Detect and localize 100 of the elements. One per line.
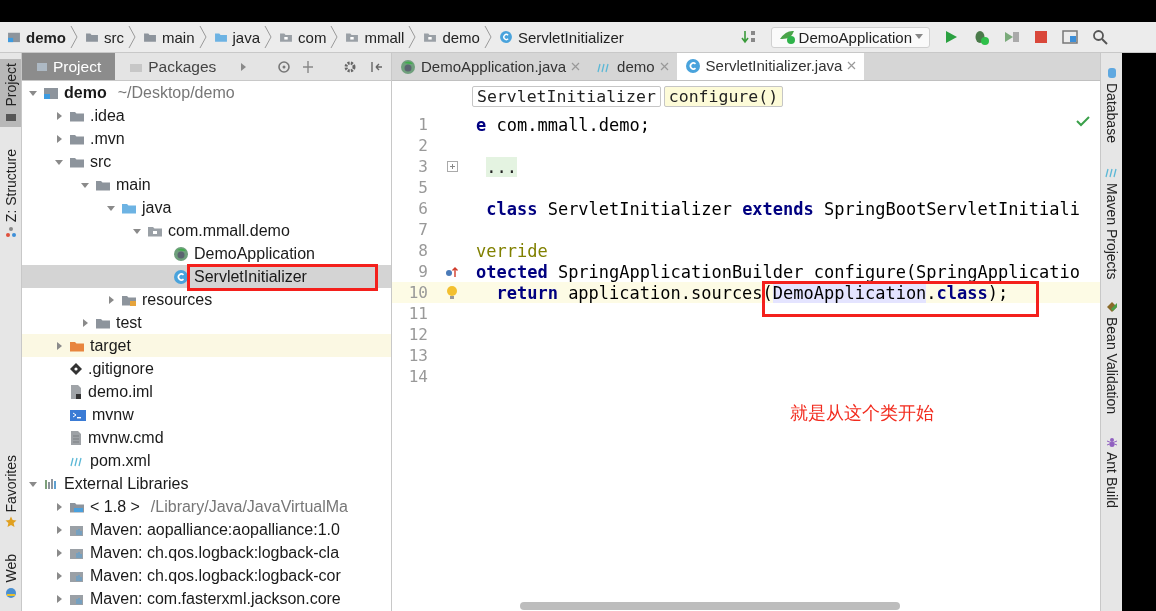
chevron-icon (408, 25, 417, 49)
line-number: 7 (417, 220, 428, 239)
code-breadcrumb[interactable]: ServletInitializer (472, 85, 661, 107)
project-structure-icon[interactable] (1062, 29, 1078, 45)
scrollbar-thumb[interactable] (520, 602, 900, 610)
tool-window-tab[interactable]: Bean Validation (1101, 297, 1122, 419)
bean-icon (1105, 301, 1118, 314)
line-number: 14 (407, 367, 428, 386)
line-number: 9 (417, 262, 428, 281)
expand-arrow-icon (54, 570, 64, 581)
bulb-icon[interactable] (446, 284, 458, 301)
tool-window-tab[interactable]: Database (1101, 63, 1122, 147)
line-number: 11 (407, 304, 428, 323)
diamond-icon (69, 361, 83, 376)
tree-item[interactable]: test (116, 313, 142, 332)
close-icon[interactable] (847, 61, 857, 70)
expand-arrow-icon (54, 593, 64, 604)
tree-item[interactable]: main (116, 175, 151, 194)
class-icon (499, 30, 513, 44)
folder-icon (85, 31, 99, 43)
tree-item[interactable]: demo (64, 83, 107, 102)
breadcrumb-item[interactable]: demo (26, 28, 66, 46)
editor-tab[interactable]: DemoApplication.java (392, 53, 589, 80)
breadcrumb-item[interactable]: com (298, 28, 327, 46)
terminal-icon (69, 407, 87, 422)
chevron-icon (330, 25, 339, 49)
chevron-icon (70, 25, 78, 49)
hide-icon[interactable] (369, 59, 383, 74)
sort-icon[interactable] (740, 29, 757, 45)
spring-class-icon (173, 245, 189, 262)
tree-item[interactable]: Maven: aopalliance:aopalliance:1.0 (90, 520, 340, 539)
package-icon (345, 31, 360, 43)
tree-item[interactable]: java (142, 198, 172, 217)
ant-icon (1105, 436, 1118, 449)
tree-item[interactable]: Maven: ch.qos.logback:logback-cla (90, 543, 340, 562)
tool-window-tab[interactable]: Maven Projects (1101, 160, 1122, 284)
tree-item[interactable]: target (90, 336, 131, 355)
tree-item[interactable]: mvnw.cmd (88, 428, 164, 447)
breadcrumb-item[interactable]: java (232, 28, 261, 46)
close-icon[interactable] (659, 62, 669, 71)
tree-item[interactable]: < 1.8 > (90, 497, 140, 516)
expand-arrow-icon (54, 524, 64, 535)
breadcrumb-item[interactable]: ServletInitializer (517, 28, 624, 46)
run-icon[interactable] (944, 30, 958, 44)
code-line: e com.mmall.demo; (476, 114, 650, 135)
breadcrumb-item[interactable]: main (162, 28, 195, 46)
collapse-all-icon[interactable] (301, 59, 315, 74)
tool-window-tab[interactable]: Favorites (0, 450, 21, 533)
tree-item[interactable]: .mvn (90, 129, 125, 148)
tree-item[interactable]: .gitignore (88, 359, 154, 378)
search-icon[interactable] (1092, 29, 1108, 45)
tree-item[interactable]: pom.xml (90, 451, 151, 470)
tool-window-tab[interactable]: Project (0, 59, 21, 127)
code-line: verride (476, 240, 548, 261)
tree-item[interactable]: demo.iml (88, 382, 153, 401)
override-icon[interactable] (445, 265, 459, 278)
folder-icon (143, 31, 157, 43)
line-number: 3 (417, 157, 428, 176)
line-number: 13 (407, 346, 428, 365)
run-configuration-dropdown[interactable]: DemoApplication (770, 26, 930, 48)
expand-fold-icon[interactable] (446, 161, 458, 172)
editor-tab[interactable]: demo (588, 53, 677, 80)
coverage-icon[interactable] (1004, 30, 1020, 44)
tree-item[interactable]: DemoApplication (194, 244, 315, 263)
expand-arrow-icon (80, 317, 90, 328)
breadcrumb-item[interactable]: src (104, 28, 124, 46)
locate-icon[interactable] (277, 59, 291, 74)
breadcrumb-item[interactable]: mmall (364, 28, 405, 46)
line-number: 10 (407, 283, 428, 302)
code-breadcrumb[interactable]: configure() (663, 85, 784, 107)
tree-item[interactable]: .idea (90, 106, 125, 125)
close-icon[interactable] (571, 62, 581, 71)
tree-item[interactable]: External Libraries (64, 474, 189, 493)
caret-icon (915, 34, 923, 40)
tree-item[interactable]: Maven: ch.qos.logback:logback-cor (90, 566, 341, 585)
annotation-note: 就是从这个类开始 (790, 401, 934, 425)
line-number: 12 (407, 325, 428, 344)
tree-item[interactable]: resources (142, 290, 213, 309)
tree-item[interactable]: com.mmall.demo (168, 221, 290, 240)
tool-window-tab[interactable]: Z: Structure (0, 144, 21, 242)
code-line: otected SpringApplicationBuilder configure(SpringApplicatio (476, 261, 1080, 282)
tree-item[interactable]: mvnw (92, 405, 134, 424)
expand-arrow-icon (106, 294, 116, 305)
tool-window-tab[interactable]: Ant Build (1101, 432, 1122, 513)
tree-item[interactable]: Maven: com.fasterxml.jackson.core (90, 589, 341, 608)
globe-icon (4, 587, 17, 599)
breadcrumb-item[interactable]: demo (442, 28, 480, 46)
folder-icon (213, 31, 228, 43)
stop-icon[interactable] (1034, 30, 1048, 44)
editor-tab[interactable]: ServletInitializer.java (676, 53, 865, 80)
tool-window-tab[interactable]: Web (0, 550, 21, 603)
structure-icon (4, 225, 17, 238)
expand-arrow-icon (54, 110, 64, 121)
path-label: ~/Desktop/demo (117, 83, 235, 102)
line-number: 6 (417, 199, 428, 218)
line-number: 2 (417, 136, 428, 155)
spring-class-icon (400, 58, 416, 75)
tree-item[interactable]: src (90, 152, 112, 171)
panel-tab[interactable]: Packages (115, 53, 231, 80)
chevron-icon (128, 25, 136, 49)
